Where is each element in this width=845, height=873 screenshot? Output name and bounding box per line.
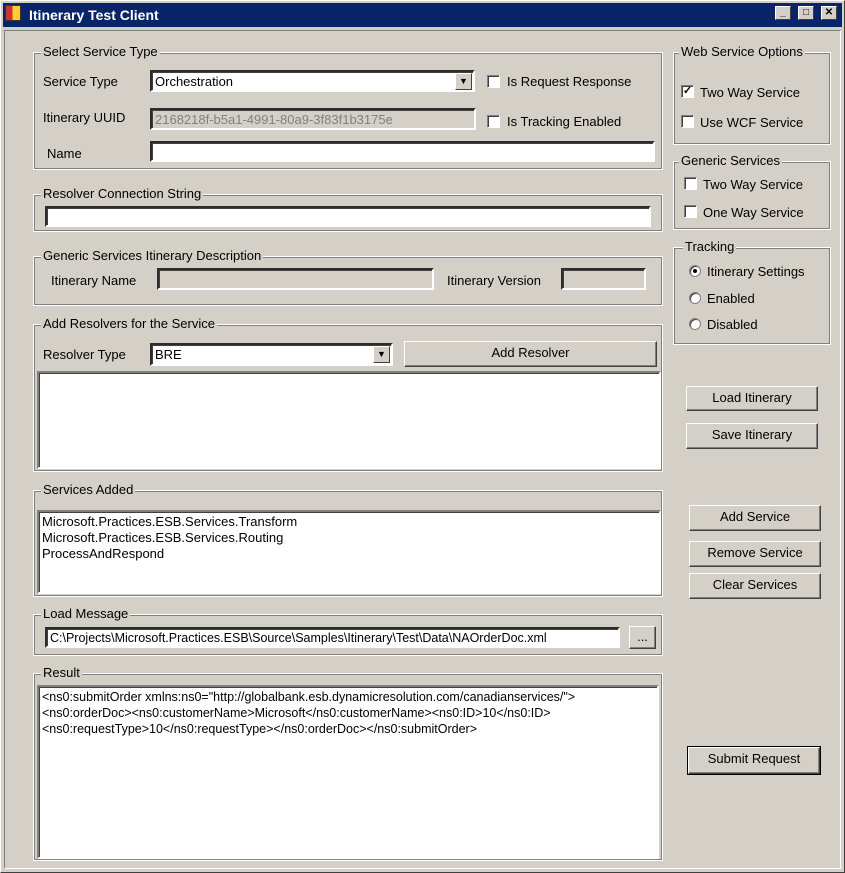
disabled-radio[interactable]: [689, 318, 701, 330]
use-wcf-service-checkbox[interactable]: [681, 115, 694, 128]
resolver-type-value: BRE: [155, 347, 182, 362]
group-legend: Load Message: [41, 606, 131, 622]
two-way-service-checkbox[interactable]: ✓: [681, 85, 694, 98]
two-way-service-label: Two Way Service: [700, 85, 800, 100]
itinerary-version-field[interactable]: [561, 268, 646, 290]
itinerary-settings-label: Itinerary Settings: [707, 264, 805, 279]
generic-one-way-label: One Way Service: [703, 205, 804, 220]
generic-one-way-checkbox[interactable]: [684, 205, 697, 218]
generic-two-way-label: Two Way Service: [703, 177, 803, 192]
enabled-radio[interactable]: [689, 292, 701, 304]
enabled-label: Enabled: [707, 291, 755, 306]
generic-two-way-checkbox[interactable]: [684, 177, 697, 190]
resolver-type-combo[interactable]: BRE ▼: [150, 343, 393, 366]
service-type-value: Orchestration: [155, 74, 234, 89]
group-legend: Resolver Connection String: [41, 186, 204, 202]
service-type-combo[interactable]: Orchestration ▼: [150, 70, 475, 92]
result-textarea[interactable]: <ns0:submitOrder xmlns:ns0="http://globa…: [37, 685, 659, 859]
itinerary-name-field[interactable]: [157, 268, 434, 290]
name-label: Name: [47, 146, 82, 161]
app-icon: [5, 5, 21, 21]
group-legend: Add Resolvers for the Service: [41, 316, 217, 332]
load-itinerary-button[interactable]: Load Itinerary: [686, 386, 818, 411]
remove-service-button[interactable]: Remove Service: [689, 541, 821, 567]
services-added-list[interactable]: Microsoft.Practices.ESB.Services.Transfo…: [37, 510, 661, 594]
resolver-connection-field[interactable]: [45, 206, 651, 227]
itinerary-uuid-field[interactable]: 2168218f-b5a1-4991-80a9-3f83f1b3175e: [150, 108, 476, 130]
group-legend: Web Service Options: [679, 44, 805, 60]
maximize-button[interactable]: □: [798, 6, 814, 20]
title-bar: Itinerary Test Client: [3, 3, 842, 27]
result-line: <ns0:orderDoc><ns0:customerName>Microsof…: [42, 706, 551, 720]
result-line: <ns0:submitOrder xmlns:ns0="http://globa…: [42, 690, 576, 704]
is-request-response-checkbox[interactable]: [487, 75, 500, 88]
itinerary-version-label: Itinerary Version: [447, 273, 541, 288]
resolvers-list[interactable]: [37, 371, 661, 469]
list-item[interactable]: Microsoft.Practices.ESB.Services.Routing: [42, 530, 656, 546]
result-line: <ns0:requestType>10</ns0:requestType></n…: [42, 722, 477, 736]
group-legend: Tracking: [683, 239, 737, 255]
save-itinerary-button[interactable]: Save Itinerary: [686, 423, 818, 449]
list-item[interactable]: Microsoft.Practices.ESB.Services.Transfo…: [42, 514, 656, 530]
service-type-label: Service Type: [43, 74, 118, 89]
browse-button[interactable]: ...: [629, 626, 656, 649]
group-legend: Services Added: [41, 482, 136, 498]
close-button[interactable]: ✕: [821, 6, 837, 20]
minimize-button[interactable]: _: [775, 6, 791, 20]
itinerary-uuid-label: Itinerary UUID: [43, 110, 126, 125]
group-legend: Generic Services: [679, 153, 782, 169]
group-legend: Select Service Type: [41, 44, 160, 60]
chevron-down-icon[interactable]: ▼: [455, 73, 472, 90]
is-request-response-label: Is Request Response: [507, 74, 632, 89]
itinerary-name-label: Itinerary Name: [51, 273, 137, 288]
message-path-field[interactable]: C:\Projects\Microsoft.Practices.ESB\Sour…: [45, 627, 620, 648]
itinerary-settings-radio[interactable]: [689, 265, 701, 277]
group-legend: Generic Services Itinerary Description: [41, 248, 264, 264]
add-service-button[interactable]: Add Service: [689, 505, 821, 531]
is-tracking-enabled-label: Is Tracking Enabled: [507, 114, 622, 129]
group-legend: Result: [41, 665, 82, 681]
is-tracking-enabled-checkbox[interactable]: [487, 115, 500, 128]
name-field[interactable]: [150, 141, 655, 162]
add-resolver-button[interactable]: Add Resolver: [404, 341, 657, 367]
clear-services-button[interactable]: Clear Services: [689, 573, 821, 599]
chevron-down-icon[interactable]: ▼: [373, 346, 390, 363]
resolver-type-label: Resolver Type: [43, 347, 126, 362]
window-title: Itinerary Test Client: [29, 7, 159, 23]
use-wcf-service-label: Use WCF Service: [700, 115, 804, 130]
list-item[interactable]: ProcessAndRespond: [42, 546, 656, 562]
disabled-label: Disabled: [707, 317, 758, 332]
submit-request-button[interactable]: Submit Request: [687, 746, 821, 775]
